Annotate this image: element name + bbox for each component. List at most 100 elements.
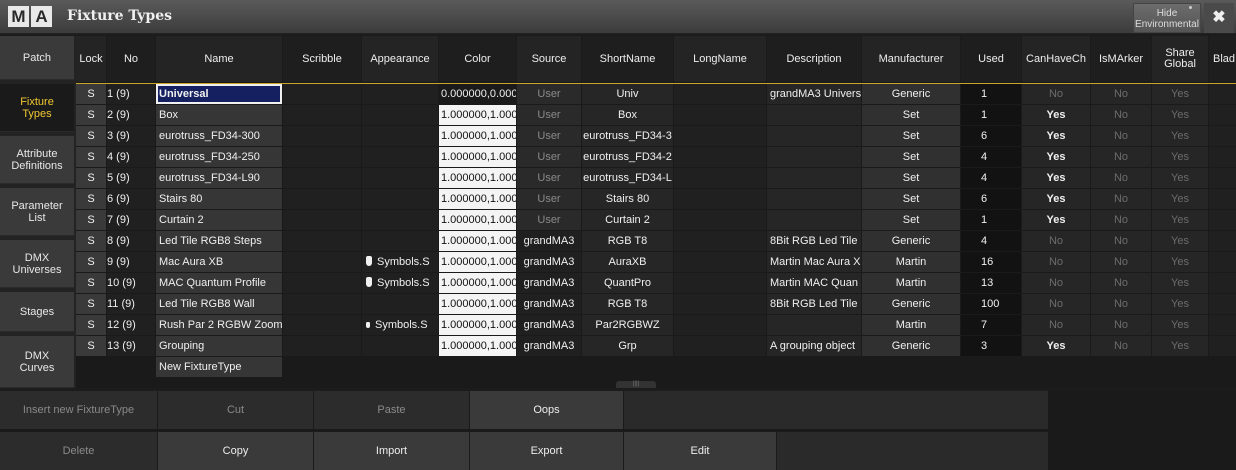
blade-cell[interactable] bbox=[1209, 168, 1236, 188]
shortname-cell[interactable]: AuraXB bbox=[582, 252, 673, 272]
scroll-handle[interactable]: |||| bbox=[616, 381, 656, 388]
can-have-channels-cell[interactable]: Yes bbox=[1022, 189, 1090, 209]
insert-new-fixturetype-button[interactable]: Insert new FixtureType bbox=[0, 391, 157, 429]
description-cell[interactable] bbox=[767, 189, 861, 209]
oops-button[interactable]: Oops bbox=[470, 391, 623, 429]
share-global-cell[interactable]: Yes bbox=[1152, 210, 1208, 230]
is-marker-cell[interactable]: No bbox=[1091, 189, 1151, 209]
lock-cell[interactable]: S bbox=[76, 126, 106, 146]
longname-cell[interactable] bbox=[674, 168, 766, 188]
longname-cell[interactable] bbox=[674, 126, 766, 146]
close-button[interactable]: ✖ bbox=[1204, 3, 1234, 33]
source-cell[interactable]: User bbox=[517, 210, 581, 230]
can-have-channels-cell[interactable]: No bbox=[1022, 315, 1090, 335]
name-cell[interactable]: Box bbox=[156, 105, 282, 125]
share-global-cell[interactable]: Yes bbox=[1152, 189, 1208, 209]
share-global-cell[interactable]: Yes bbox=[1152, 168, 1208, 188]
scribble-cell[interactable] bbox=[283, 105, 361, 125]
shortname-cell[interactable]: Curtain 2 bbox=[582, 210, 673, 230]
source-cell[interactable]: User bbox=[517, 84, 581, 104]
color-cell[interactable]: 1.000000,1.000 bbox=[439, 336, 516, 356]
description-cell[interactable]: Martin Mac Aura X bbox=[767, 252, 861, 272]
can-have-channels-cell[interactable]: Yes bbox=[1022, 147, 1090, 167]
description-cell[interactable]: 8Bit RGB Led Tile ( bbox=[767, 294, 861, 314]
name-cell[interactable]: Led Tile RGB8 Wall bbox=[156, 294, 282, 314]
copy-button[interactable]: Copy bbox=[158, 432, 313, 470]
share-global-cell[interactable]: Yes bbox=[1152, 294, 1208, 314]
is-marker-cell[interactable]: No bbox=[1091, 273, 1151, 293]
description-cell[interactable]: 8Bit RGB Led Tile ( bbox=[767, 231, 861, 251]
blade-cell[interactable] bbox=[1209, 84, 1236, 104]
can-have-channels-cell[interactable]: No bbox=[1022, 273, 1090, 293]
column-header-share-global[interactable]: Share Global bbox=[1152, 36, 1208, 82]
lock-cell[interactable]: S bbox=[76, 252, 106, 272]
name-cell[interactable]: eurotruss_FD34-300 bbox=[156, 126, 282, 146]
number-cell[interactable]: 5 (9) bbox=[107, 168, 155, 188]
used-cell[interactable]: 4 bbox=[961, 147, 1021, 167]
manufacturer-cell[interactable]: Generic bbox=[862, 336, 960, 356]
scribble-cell[interactable] bbox=[283, 147, 361, 167]
is-marker-cell[interactable]: No bbox=[1091, 147, 1151, 167]
source-cell[interactable]: grandMA3 bbox=[517, 336, 581, 356]
longname-cell[interactable] bbox=[674, 273, 766, 293]
source-cell[interactable]: User bbox=[517, 126, 581, 146]
export-button[interactable]: Export bbox=[470, 432, 623, 470]
appearance-cell[interactable] bbox=[362, 126, 438, 146]
manufacturer-cell[interactable]: Set bbox=[862, 189, 960, 209]
manufacturer-cell[interactable]: Set bbox=[862, 210, 960, 230]
color-cell[interactable]: 1.000000,1.000 bbox=[439, 231, 516, 251]
can-have-channels-cell[interactable]: Yes bbox=[1022, 105, 1090, 125]
color-cell[interactable]: 1.000000,1.000 bbox=[439, 210, 516, 230]
lock-cell[interactable]: S bbox=[76, 315, 106, 335]
used-cell[interactable]: 6 bbox=[961, 126, 1021, 146]
color-cell[interactable]: 1.000000,1.000 bbox=[439, 315, 516, 335]
name-cell[interactable]: eurotruss_FD34-250 bbox=[156, 147, 282, 167]
blade-cell[interactable] bbox=[1209, 231, 1236, 251]
can-have-channels-cell[interactable]: Yes bbox=[1022, 168, 1090, 188]
description-cell[interactable]: Martin MAC Quan bbox=[767, 273, 861, 293]
blade-cell[interactable] bbox=[1209, 210, 1236, 230]
appearance-cell[interactable] bbox=[362, 147, 438, 167]
appearance-cell[interactable]: Symbols.S bbox=[362, 315, 438, 335]
number-cell[interactable]: 9 (9) bbox=[107, 252, 155, 272]
is-marker-cell[interactable]: No bbox=[1091, 294, 1151, 314]
source-cell[interactable]: grandMA3 bbox=[517, 294, 581, 314]
source-cell[interactable]: User bbox=[517, 189, 581, 209]
can-have-channels-cell[interactable]: No bbox=[1022, 84, 1090, 104]
scribble-cell[interactable] bbox=[283, 231, 361, 251]
cut-button[interactable]: Cut bbox=[158, 391, 313, 429]
lock-cell[interactable]: S bbox=[76, 105, 106, 125]
scribble-cell[interactable] bbox=[283, 252, 361, 272]
scribble-cell[interactable] bbox=[283, 294, 361, 314]
source-cell[interactable]: grandMA3 bbox=[517, 231, 581, 251]
longname-cell[interactable] bbox=[674, 294, 766, 314]
paste-button[interactable]: Paste bbox=[314, 391, 469, 429]
longname-cell[interactable] bbox=[674, 231, 766, 251]
column-header-blad[interactable]: Blad bbox=[1209, 36, 1236, 82]
number-cell[interactable]: 3 (9) bbox=[107, 126, 155, 146]
name-cell[interactable]: Universal bbox=[156, 84, 282, 104]
shortname-cell[interactable]: Stairs 80 bbox=[582, 189, 673, 209]
used-cell[interactable]: 4 bbox=[961, 168, 1021, 188]
column-header-longname[interactable]: LongName bbox=[674, 36, 766, 82]
name-cell[interactable]: Grouping bbox=[156, 336, 282, 356]
is-marker-cell[interactable]: No bbox=[1091, 231, 1151, 251]
longname-cell[interactable] bbox=[674, 147, 766, 167]
blade-cell[interactable] bbox=[1209, 273, 1236, 293]
is-marker-cell[interactable]: No bbox=[1091, 126, 1151, 146]
nav-tab-stages[interactable]: Stages bbox=[0, 292, 74, 332]
column-header-appearance[interactable]: Appearance bbox=[362, 36, 438, 82]
appearance-cell[interactable]: Symbols.S bbox=[362, 252, 438, 272]
manufacturer-cell[interactable]: Set bbox=[862, 126, 960, 146]
used-cell[interactable]: 1 bbox=[961, 84, 1021, 104]
column-header-description[interactable]: Description bbox=[767, 36, 861, 82]
color-cell[interactable]: 1.000000,1.000 bbox=[439, 147, 516, 167]
manufacturer-cell[interactable]: Set bbox=[862, 105, 960, 125]
blade-cell[interactable] bbox=[1209, 294, 1236, 314]
number-cell[interactable]: 8 (9) bbox=[107, 231, 155, 251]
description-cell[interactable]: A grouping object bbox=[767, 336, 861, 356]
longname-cell[interactable] bbox=[674, 105, 766, 125]
manufacturer-cell[interactable]: Martin bbox=[862, 252, 960, 272]
can-have-channels-cell[interactable]: No bbox=[1022, 294, 1090, 314]
share-global-cell[interactable]: Yes bbox=[1152, 273, 1208, 293]
